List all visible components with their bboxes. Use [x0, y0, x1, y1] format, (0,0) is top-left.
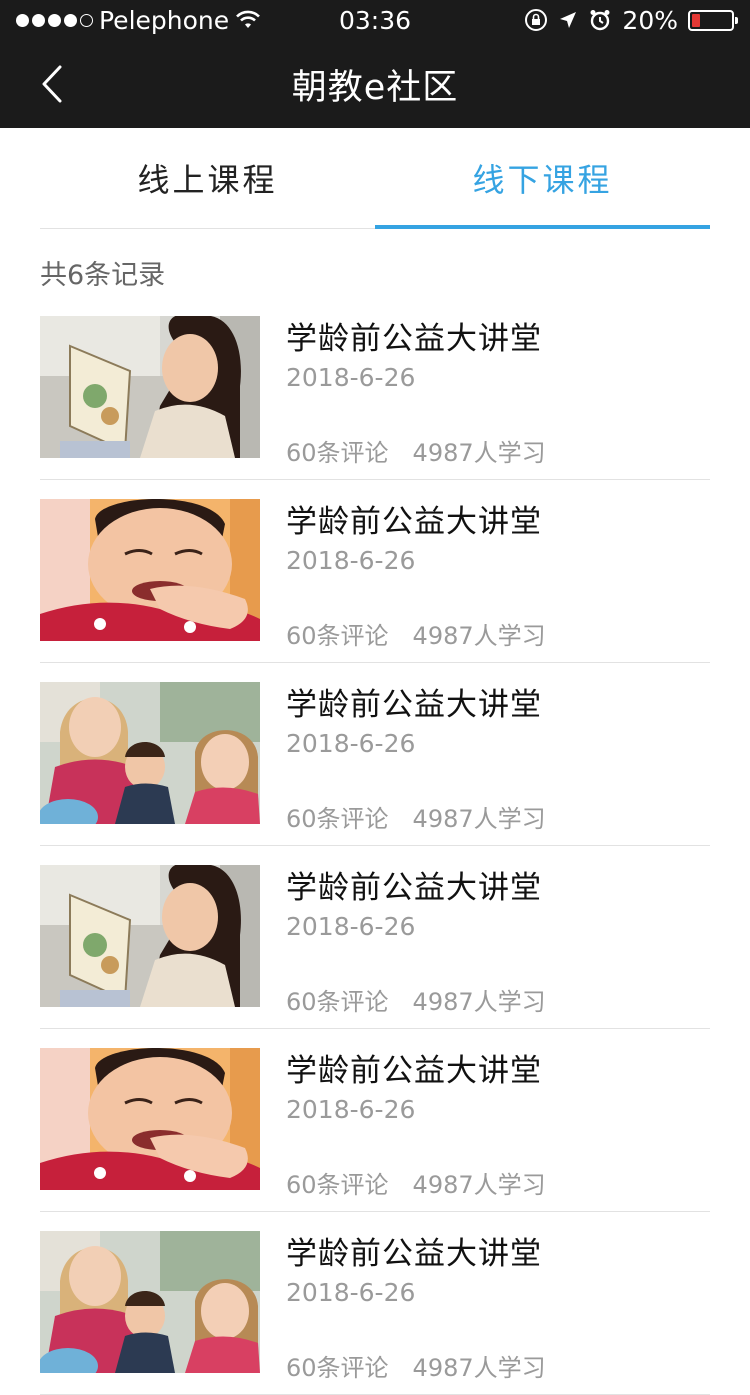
record-count: 共6条记录 — [40, 260, 166, 291]
course-date: 2018-6-26 — [286, 1278, 416, 1307]
learner-count: 4987人学习 — [412, 439, 546, 467]
learner-count: 4987人学习 — [412, 1171, 546, 1199]
signal-dot — [32, 13, 45, 27]
orientation-lock-icon — [524, 8, 548, 32]
signal-dot — [80, 13, 93, 27]
course-list: 学龄前公益大讲堂 2018-6-26 60条评论 4987人学习 学龄前公益大讲… — [40, 297, 710, 1395]
list-item[interactable]: 学龄前公益大讲堂 2018-6-26 60条评论 4987人学习 — [40, 1212, 710, 1395]
battery-icon — [688, 9, 738, 31]
course-tabs: 线上课程 线下课程 — [40, 128, 710, 229]
battery-percent: 20% — [622, 5, 678, 35]
learner-count: 4987人学习 — [412, 988, 546, 1016]
boy-smiling-thumbnail — [40, 499, 260, 641]
comment-count: 60条评论 — [286, 1171, 389, 1199]
boy-smiling-thumbnail — [40, 1048, 260, 1190]
page-title: 朝教e社区 — [291, 67, 459, 108]
signal-dot — [64, 13, 77, 27]
status-bar: Pelephone 03:36 20% — [0, 0, 750, 40]
course-title: 学龄前公益大讲堂 — [286, 687, 542, 723]
list-item[interactable]: 学龄前公益大讲堂 2018-6-26 60条评论 4987人学习 — [40, 480, 710, 663]
comment-count: 60条评论 — [286, 439, 389, 467]
chevron-left-icon — [42, 65, 62, 103]
girl-reading-thumbnail — [40, 865, 260, 1007]
status-right: 20% — [524, 0, 738, 40]
course-meta: 60条评论 4987人学习 — [286, 1165, 546, 1200]
course-title: 学龄前公益大讲堂 — [286, 1236, 542, 1272]
learner-count: 4987人学习 — [412, 1354, 546, 1382]
children-group-thumbnail — [40, 1231, 260, 1373]
course-meta: 60条评论 4987人学习 — [286, 433, 546, 468]
signal-strength-icon — [16, 13, 93, 27]
course-meta: 60条评论 4987人学习 — [286, 1348, 546, 1383]
learner-count: 4987人学习 — [412, 805, 546, 833]
course-title: 学龄前公益大讲堂 — [286, 870, 542, 906]
comment-count: 60条评论 — [286, 1354, 389, 1382]
course-meta: 60条评论 4987人学习 — [286, 799, 546, 834]
course-title: 学龄前公益大讲堂 — [286, 321, 542, 357]
course-date: 2018-6-26 — [286, 729, 416, 758]
back-button[interactable] — [30, 62, 74, 106]
girl-reading-thumbnail — [40, 316, 260, 458]
list-item[interactable]: 学龄前公益大讲堂 2018-6-26 60条评论 4987人学习 — [40, 663, 710, 846]
learner-count: 4987人学习 — [412, 622, 546, 650]
wifi-icon — [235, 10, 261, 30]
location-icon — [558, 10, 578, 30]
list-item[interactable]: 学龄前公益大讲堂 2018-6-26 60条评论 4987人学习 — [40, 1029, 710, 1212]
course-title: 学龄前公益大讲堂 — [286, 504, 542, 540]
course-meta: 60条评论 4987人学习 — [286, 616, 546, 651]
comment-count: 60条评论 — [286, 622, 389, 650]
comment-count: 60条评论 — [286, 805, 389, 833]
tab-online-courses[interactable]: 线上课程 — [40, 128, 375, 228]
carrier-name: Pelephone — [99, 5, 230, 35]
course-date: 2018-6-26 — [286, 912, 416, 941]
course-date: 2018-6-26 — [286, 363, 416, 392]
comment-count: 60条评论 — [286, 988, 389, 1016]
tab-offline-courses[interactable]: 线下课程 — [375, 128, 710, 229]
navigation-bar: 朝教e社区 — [0, 40, 750, 128]
alarm-icon — [588, 8, 612, 32]
course-date: 2018-6-26 — [286, 1095, 416, 1124]
signal-dot — [48, 13, 61, 27]
battery-level — [692, 13, 700, 27]
list-item[interactable]: 学龄前公益大讲堂 2018-6-26 60条评论 4987人学习 — [40, 846, 710, 1029]
course-meta: 60条评论 4987人学习 — [286, 982, 546, 1017]
list-item[interactable]: 学龄前公益大讲堂 2018-6-26 60条评论 4987人学习 — [40, 297, 710, 480]
course-date: 2018-6-26 — [286, 546, 416, 575]
course-title: 学龄前公益大讲堂 — [286, 1053, 542, 1089]
status-left: Pelephone — [16, 0, 261, 40]
signal-dot — [16, 13, 29, 27]
children-group-thumbnail — [40, 682, 260, 824]
